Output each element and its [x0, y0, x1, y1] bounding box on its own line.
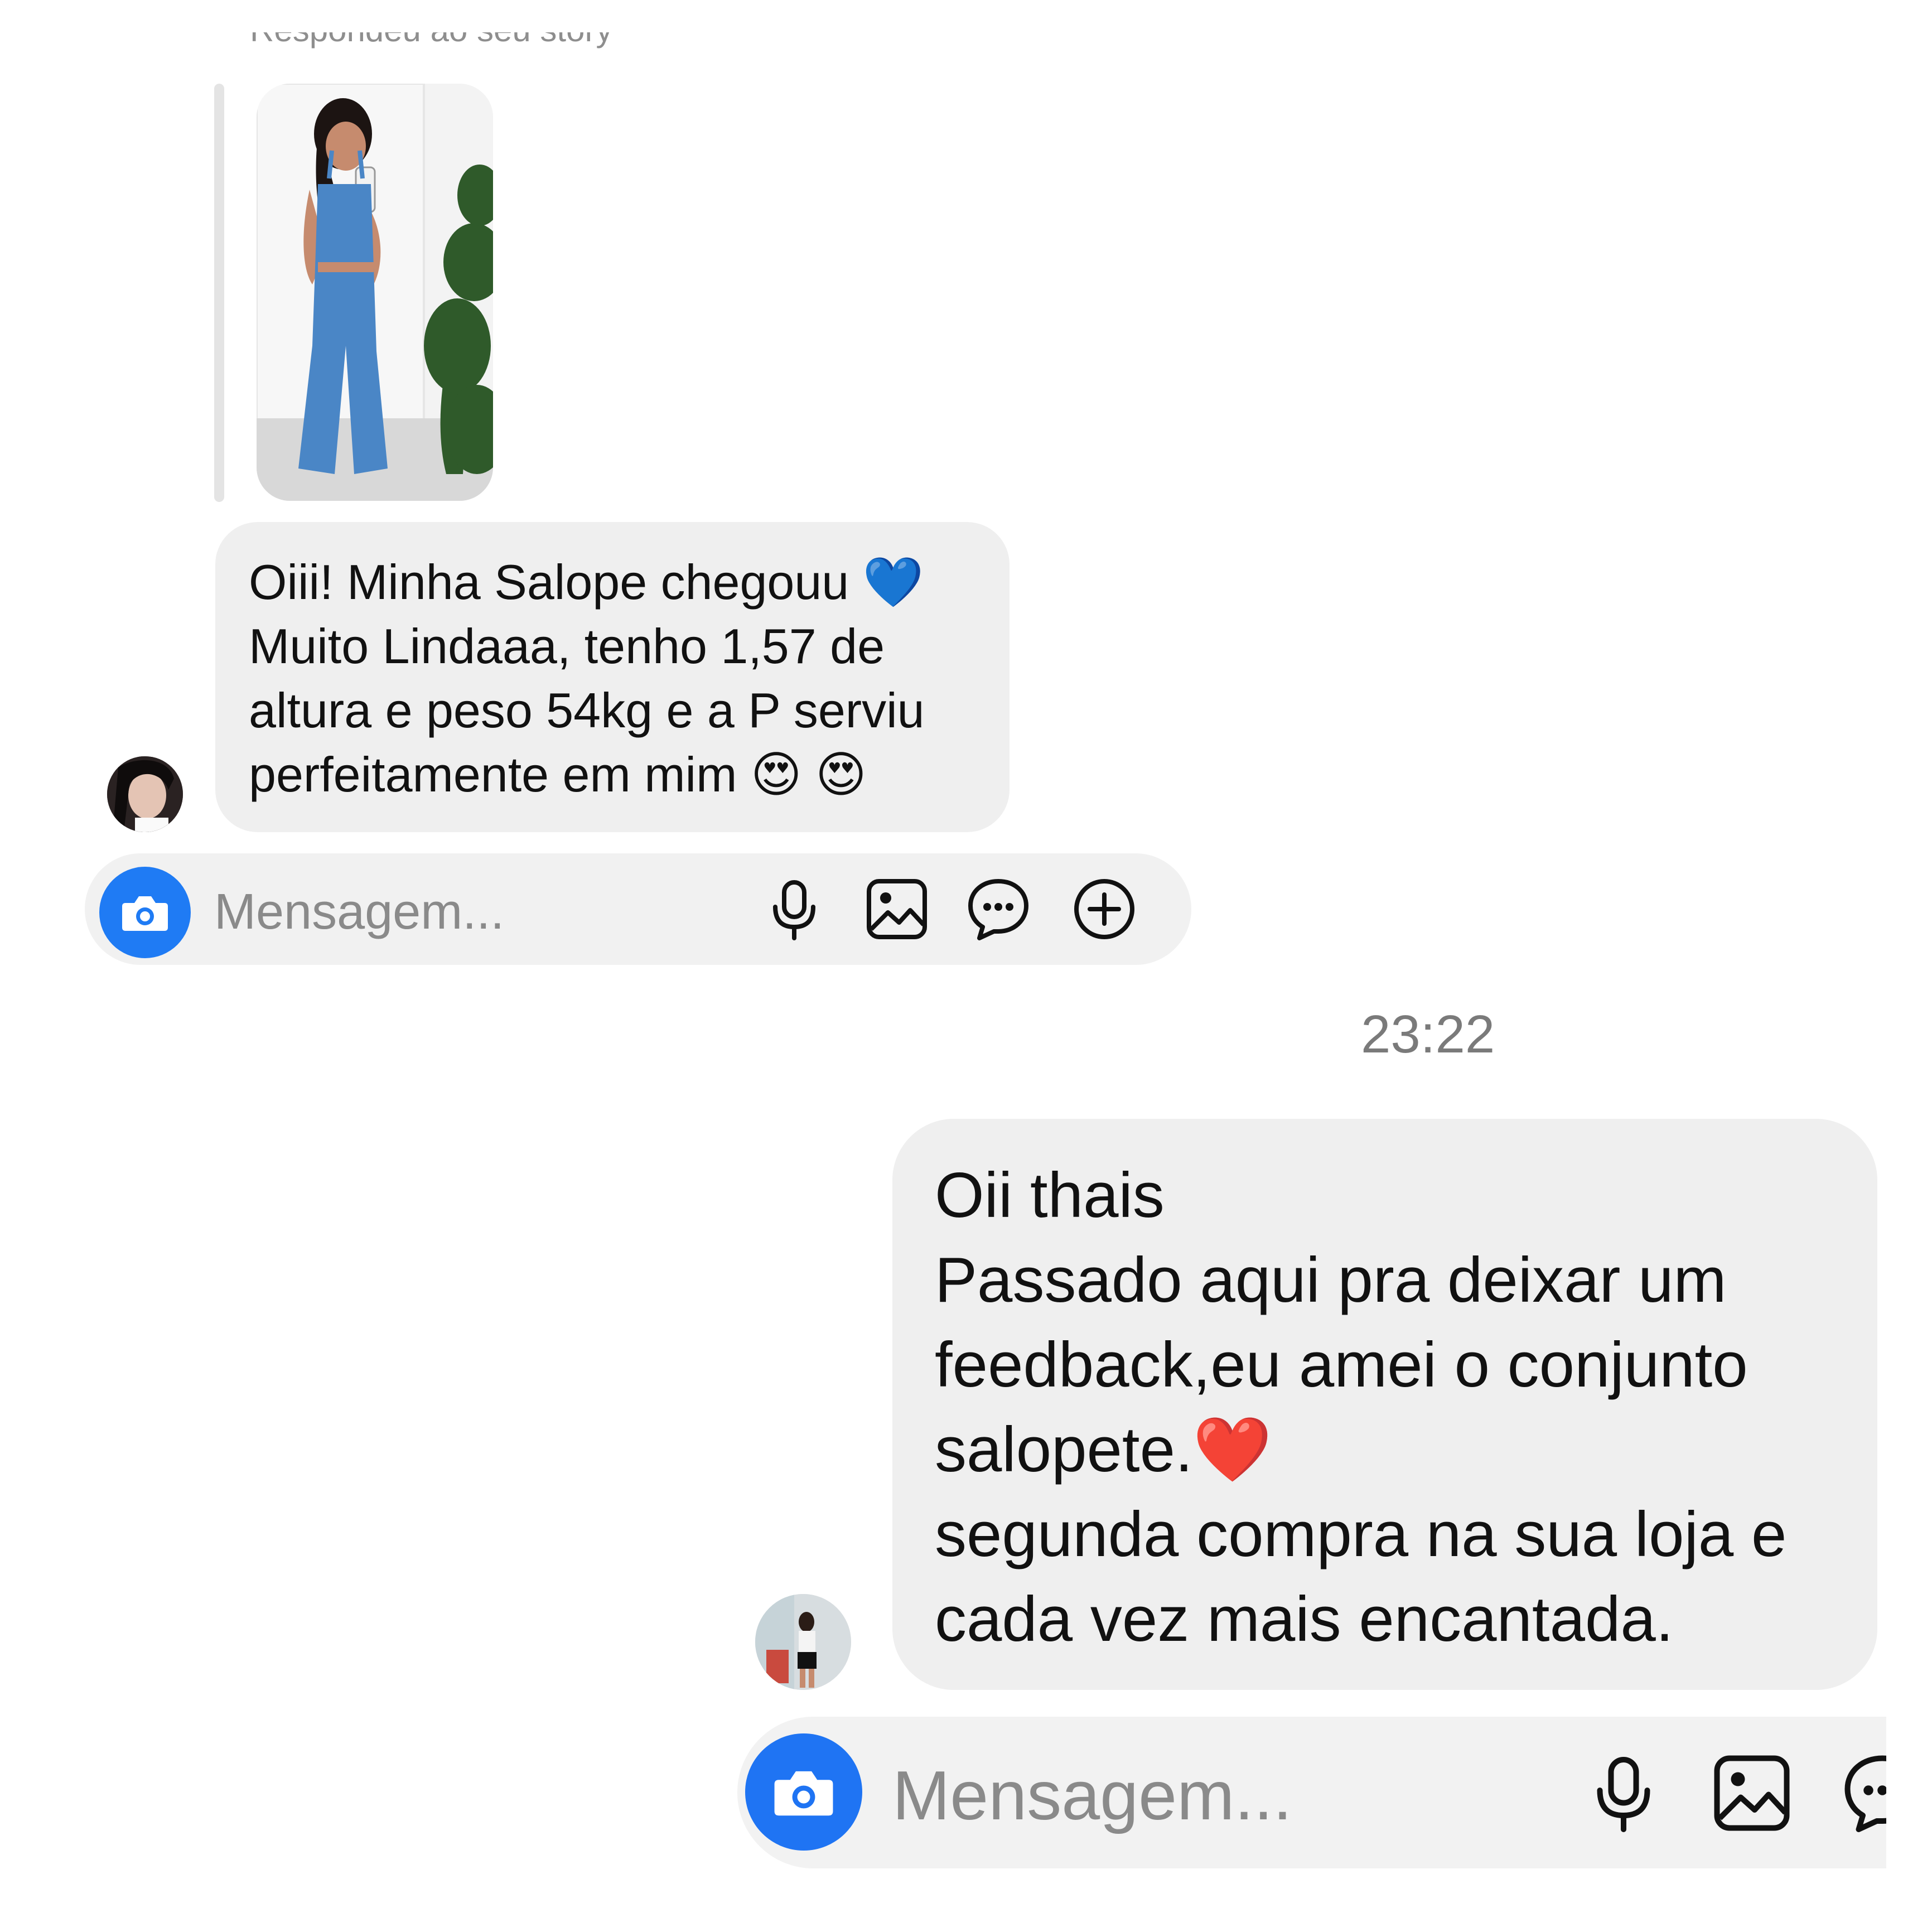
story-reply-label: Respondeu ao seu story	[250, 32, 730, 61]
message-input[interactable]: Mensagem...	[892, 1757, 1292, 1835]
camera-icon	[774, 1771, 833, 1816]
camera-button[interactable]	[99, 867, 191, 958]
message-text: Oiii! Minha Salope chegouu 💙 Muito Linda…	[249, 554, 925, 802]
avatar-illustration	[755, 1594, 851, 1690]
camera-icon	[122, 896, 168, 931]
microphone-icon[interactable]	[761, 876, 828, 943]
incoming-message-bubble[interactable]: Oii thais Passado aqui pra deixar um fee…	[892, 1119, 1877, 1690]
story-photo-illustration	[257, 84, 493, 501]
gallery-icon[interactable]	[1710, 1751, 1794, 1835]
sender-avatar[interactable]	[107, 756, 183, 832]
microphone-icon[interactable]	[1582, 1751, 1665, 1835]
message-timestamp: 23:22	[1361, 1004, 1495, 1064]
message-line: salopete.❤️	[935, 1414, 1272, 1485]
message-line: Oii thais	[935, 1160, 1165, 1231]
plus-icon[interactable]	[1071, 876, 1138, 943]
camera-button[interactable]	[745, 1733, 862, 1851]
screenshot-crop-edge	[1886, 1696, 1932, 1896]
gallery-icon[interactable]	[863, 876, 930, 943]
incoming-message-bubble[interactable]: Oiii! Minha Salope chegouu 💙 Muito Linda…	[215, 522, 1010, 832]
avatar-illustration	[107, 756, 183, 832]
message-line: feedback,eu amei o conjunto	[935, 1330, 1748, 1400]
sender-avatar[interactable]	[755, 1594, 851, 1690]
sticker-icon[interactable]	[965, 876, 1032, 943]
message-line: segunda compra na sua loja e	[935, 1499, 1787, 1570]
quote-bar	[214, 84, 224, 502]
message-line: cada vez mais encantada.	[935, 1584, 1674, 1655]
message-line: Passado aqui pra deixar um	[935, 1245, 1727, 1316]
story-photo[interactable]	[257, 84, 493, 501]
message-input[interactable]: Mensagem...	[214, 884, 504, 940]
message-text: Oii thais Passado aqui pra deixar um fee…	[935, 1153, 1855, 1662]
